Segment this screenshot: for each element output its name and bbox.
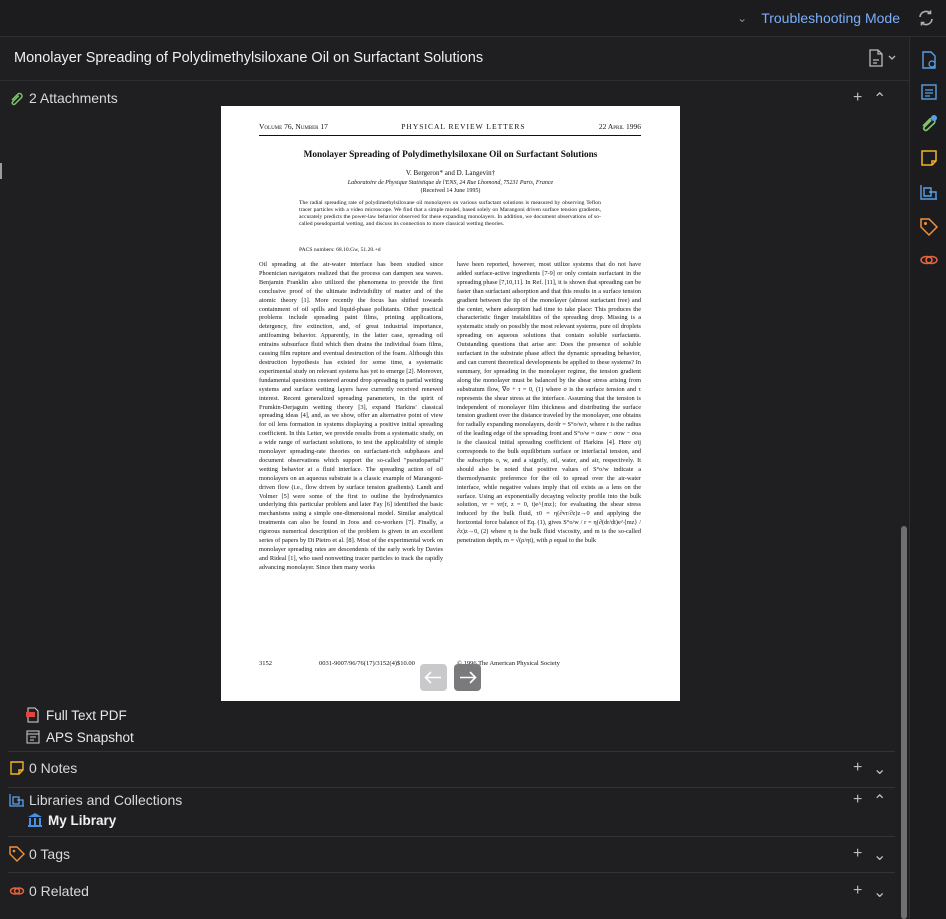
tags-section-header[interactable]: 0 Tags + ⌄	[0, 837, 895, 873]
libraries-label: Libraries and Collections	[29, 792, 183, 808]
related-icon	[9, 887, 25, 895]
notes-section-header[interactable]: 0 Notes + ⌄	[0, 751, 895, 787]
preview-code: 0031-9007/96/76(17)/3152(4)$10.00	[319, 660, 415, 667]
snapshot-icon	[26, 730, 40, 744]
preview-affiliation: Laboratoire de Physique Statistique de l…	[347, 180, 554, 186]
add-related-icon[interactable]: +	[853, 882, 871, 900]
preview-column-right: have been reported, however, most utiliz…	[457, 261, 641, 545]
arrow-left-icon	[424, 671, 441, 684]
previous-page-button[interactable]	[420, 664, 447, 691]
preview-title: Monolayer Spreading of Polydimethylsilox…	[303, 150, 598, 160]
preview-abstract: The radial spreading rate of polydimethy…	[299, 200, 601, 228]
divider	[8, 872, 895, 873]
preview-pacs: PACS numbers: 68.10.Gw, 51.20.+d	[299, 247, 381, 253]
add-attachment-icon[interactable]: +	[853, 89, 871, 107]
preview-running-header: Volume 76, Number 17 PHYSICAL REVIEW LET…	[259, 122, 641, 136]
attachment-preview[interactable]: Volume 76, Number 17 PHYSICAL REVIEW LET…	[221, 106, 680, 701]
preview-date: 22 April 1996	[598, 122, 641, 131]
add-to-collection-icon[interactable]: +	[853, 791, 871, 809]
attachment-label: APS Snapshot	[46, 729, 134, 745]
related-section-header[interactable]: 0 Related + ⌄	[0, 874, 895, 910]
related-label: 0 Related	[29, 883, 89, 899]
collections-icon	[9, 794, 24, 807]
chevron-down-icon[interactable]: ⌄	[737, 11, 747, 25]
troubleshooting-mode-label[interactable]: Troubleshooting Mode	[761, 10, 900, 26]
tag-icon	[9, 846, 25, 862]
notes-nav-icon[interactable]	[919, 148, 939, 168]
preview-authors: V. Bergeron* and D. Langevin†	[405, 169, 496, 177]
expand-notes-icon[interactable]: ⌄	[873, 759, 891, 778]
attachments-label: 2 Attachments	[29, 90, 118, 106]
library-icon	[28, 813, 42, 827]
abstract-icon[interactable]	[919, 82, 939, 102]
pdf-icon	[26, 707, 39, 723]
attachment-aps-snapshot[interactable]: APS Snapshot	[25, 727, 134, 747]
add-tag-icon[interactable]: +	[853, 845, 871, 863]
tags-nav-icon[interactable]	[919, 217, 939, 237]
sync-icon[interactable]	[916, 8, 936, 28]
preview-volume: Volume 76, Number 17	[259, 122, 328, 131]
item-pane: Monolayer Spreading of Polydimethylsilox…	[0, 37, 909, 919]
scrollbar[interactable]	[901, 526, 907, 919]
preview-received: (Received 14 June 1995)	[420, 188, 481, 194]
attachment-label: Full Text PDF	[46, 707, 127, 723]
library-label: My Library	[48, 812, 117, 828]
tags-label: 0 Tags	[29, 846, 70, 862]
top-bar: ⌄ Troubleshooting Mode	[0, 0, 946, 37]
add-note-icon[interactable]: +	[853, 759, 871, 777]
document-menu-icon[interactable]	[865, 47, 901, 69]
libraries-section-header[interactable]: Libraries and Collections + ⌃	[0, 783, 895, 819]
paperclip-icon	[11, 92, 23, 106]
troubleshooting-mode-menu[interactable]: ⌄ Troubleshooting Mode	[737, 10, 900, 26]
side-navigation	[909, 37, 946, 919]
expand-related-icon[interactable]: ⌄	[873, 882, 891, 901]
preview-column-left: Oil spreading at the air-water interface…	[259, 261, 443, 571]
app-window: ⌄ Troubleshooting Mode Monolayer Spreadi…	[0, 0, 946, 919]
attachment-full-text-pdf[interactable]: Full Text PDF	[25, 705, 127, 725]
arrow-right-icon	[460, 671, 477, 684]
item-header: Monolayer Spreading of Polydimethylsilox…	[0, 37, 909, 81]
attachments-nav-icon[interactable]	[919, 113, 939, 133]
preview-page-number: 3152	[259, 660, 272, 667]
notes-label: 0 Notes	[29, 760, 78, 776]
collapse-attachments-icon[interactable]: ⌃	[873, 89, 891, 108]
collapse-libraries-icon[interactable]: ⌃	[873, 791, 891, 810]
focus-marker	[0, 163, 2, 179]
item-title[interactable]: Monolayer Spreading of Polydimethylsilox…	[14, 50, 483, 66]
note-icon	[10, 761, 24, 775]
preview-journal: PHYSICAL REVIEW LETTERS	[401, 122, 526, 131]
expand-tags-icon[interactable]: ⌄	[873, 845, 891, 864]
related-nav-icon[interactable]	[919, 250, 939, 270]
next-page-button[interactable]	[454, 664, 481, 691]
library-my-library[interactable]: My Library	[27, 812, 116, 828]
libraries-nav-icon[interactable]	[919, 182, 939, 202]
info-icon[interactable]	[919, 50, 939, 70]
